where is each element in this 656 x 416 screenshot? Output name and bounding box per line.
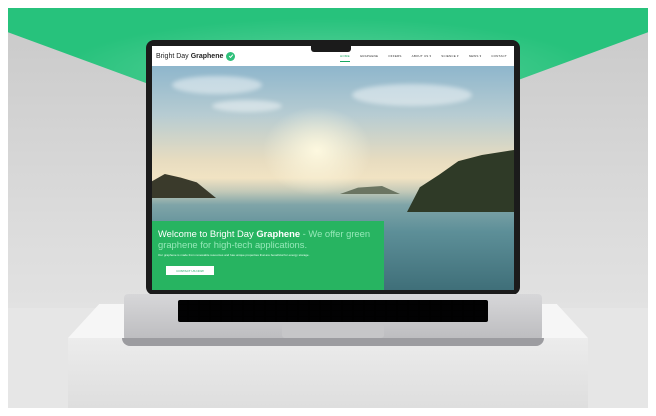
keyboard: [178, 300, 488, 322]
sun-glow: [262, 106, 372, 196]
leaf-check-icon: [226, 51, 236, 61]
nav-home[interactable]: HOME: [340, 54, 350, 62]
nav-graphene[interactable]: GRAPHENE: [360, 54, 378, 58]
main-nav: HOME GRAPHENE OFFERS ABOUT US ▾ SCIENCE …: [340, 46, 507, 66]
cloud: [352, 84, 472, 106]
hero-panel: Welcome to Bright Day Graphene - We offe…: [152, 221, 384, 290]
nav-offers[interactable]: OFFERS: [388, 54, 401, 58]
nav-science[interactable]: SCIENCE ▾: [441, 54, 458, 58]
hero-title-pre: Welcome to Bright Day: [158, 228, 257, 239]
hero-title-bold: Graphene: [256, 228, 301, 239]
laptop-screen: Bright Day Graphene HOME GRAPHENE OFFERS…: [152, 46, 514, 290]
hero-subtitle: Our graphene is made from renewable reso…: [158, 253, 310, 257]
camera-notch: [311, 46, 351, 52]
island-left: [152, 174, 216, 198]
pedestal-front: [68, 338, 588, 408]
nav-about-us[interactable]: ABOUT US ▾: [412, 54, 432, 58]
trackpad: [282, 324, 384, 338]
nav-contact[interactable]: CONTACT: [491, 54, 507, 58]
site-logo[interactable]: Bright Day Graphene: [156, 51, 236, 61]
logo-text-light: Bright Day: [156, 52, 189, 60]
hero-title: Welcome to Bright Day Graphene - We offe…: [158, 228, 380, 250]
cloud: [172, 76, 262, 94]
island-right: [407, 150, 514, 212]
laptop-base-edge: [122, 338, 544, 346]
logo-text-bold: Graphene: [190, 52, 224, 60]
hero-image: Welcome to Bright Day Graphene - We offe…: [152, 66, 514, 290]
nav-news[interactable]: NEWS ▾: [469, 54, 482, 58]
contact-us-button[interactable]: CONTACT US NOW: [166, 266, 214, 275]
